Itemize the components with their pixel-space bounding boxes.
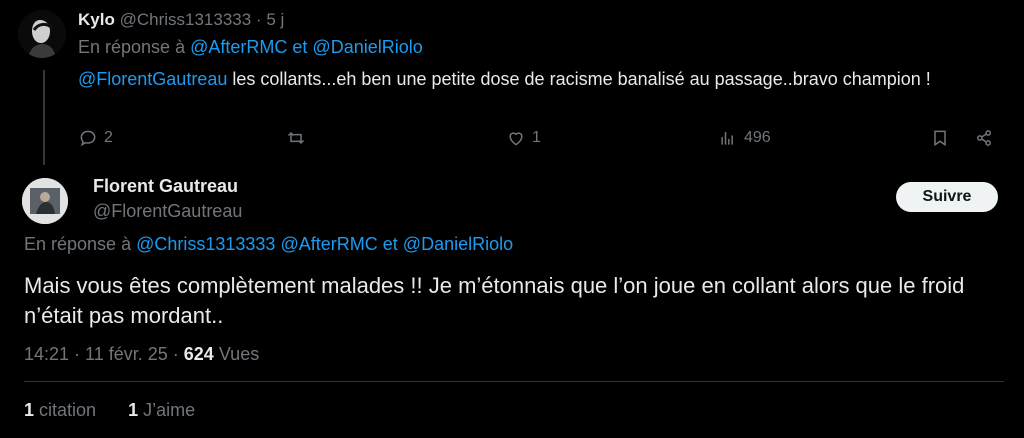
author-handle[interactable]: @Chriss1313333 (120, 10, 252, 29)
thread-line (43, 70, 45, 165)
author-name[interactable]: Kylo (78, 10, 115, 29)
share-button[interactable] (974, 128, 994, 148)
views-count: 624 (183, 344, 214, 364)
avatar[interactable] (22, 178, 68, 224)
view-count: 496 (744, 129, 771, 146)
quotes-label: citation (39, 400, 97, 420)
like-button[interactable]: 1 (506, 128, 541, 148)
reply-context: En réponse à @Chriss1313333 @AfterRMC et… (24, 234, 513, 255)
quotes-stat[interactable]: 1 citation (24, 400, 96, 420)
mention-link[interactable]: @Chriss1313333 (136, 234, 275, 254)
like-icon (509, 132, 523, 146)
tweet-age[interactable]: 5 j (266, 10, 284, 29)
action-bar: 2 1 496 (78, 128, 998, 154)
mention-link[interactable]: @AfterRMC (280, 234, 377, 254)
tweet-text: @FlorentGautreau les collants...eh ben u… (78, 66, 978, 92)
share-icon (977, 130, 991, 146)
reply-prefix: En réponse à (78, 37, 186, 57)
like-count: 1 (532, 129, 541, 146)
separator: · (255, 10, 262, 29)
reply-header: Kylo @Chriss1313333 · 5 j (78, 10, 284, 30)
mention-link[interactable]: @DanielRiolo (312, 37, 422, 57)
reply-and: et (382, 234, 398, 254)
tweet-body: les collants...eh ben une petite dose de… (227, 69, 931, 89)
bookmark-button[interactable] (930, 128, 950, 148)
reply-button[interactable]: 2 (78, 128, 113, 148)
reply-icon (80, 130, 96, 147)
author-name[interactable]: Florent Gautreau (93, 176, 238, 197)
follow-button[interactable]: Suivre (896, 182, 998, 212)
engagement-stats: 1 citation 1 J’aime (24, 400, 195, 421)
divider (24, 381, 1004, 382)
bookmark-icon (934, 130, 946, 147)
reply-prefix: En réponse à (24, 234, 132, 254)
likes-label: J’aime (143, 400, 196, 420)
views-label: Vues (218, 344, 260, 364)
reply-and: et (292, 37, 308, 57)
reply-count: 2 (104, 129, 113, 146)
avatar[interactable] (18, 10, 66, 58)
views-button[interactable]: 496 (718, 128, 771, 148)
views-icon (721, 132, 733, 145)
quotes-count: 1 (24, 400, 35, 420)
retweet-button[interactable] (286, 128, 312, 148)
tweet-text: Mais vous êtes complètement malades !! J… (24, 273, 965, 328)
mention-link[interactable]: @DanielRiolo (403, 234, 513, 254)
tweet-meta: 14:21 · 11 févr. 25 · 624 Vues (24, 344, 259, 365)
mention-link[interactable]: @AfterRMC (190, 37, 287, 57)
reply-context: En réponse à @AfterRMC et @DanielRiolo (78, 37, 423, 58)
tweet-timestamp[interactable]: 14:21 · 11 févr. 25 · (24, 344, 179, 364)
retweet-icon (287, 131, 305, 145)
likes-count: 1 (128, 400, 139, 420)
author-handle[interactable]: @FlorentGautreau (93, 201, 242, 222)
mention-link[interactable]: @FlorentGautreau (78, 69, 227, 89)
likes-stat[interactable]: 1 J’aime (128, 400, 195, 420)
